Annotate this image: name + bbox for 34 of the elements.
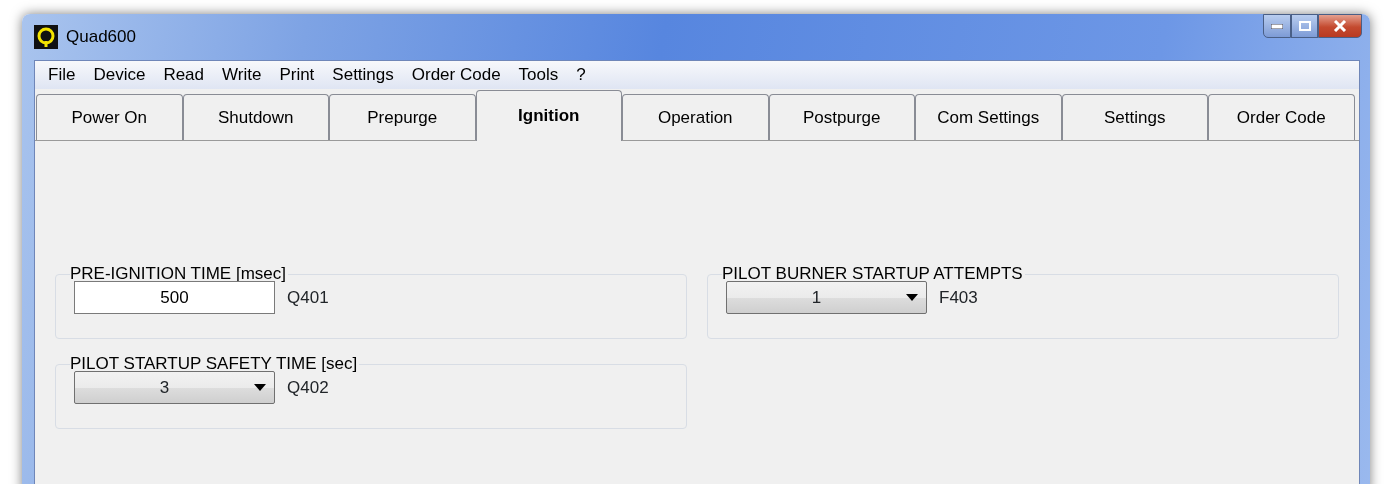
minimize-icon <box>1271 23 1283 29</box>
menu-item[interactable]: Device <box>84 61 155 89</box>
parameter-code: Q401 <box>287 286 329 309</box>
close-button[interactable] <box>1318 14 1362 38</box>
dropdown[interactable]: 3 <box>74 371 275 404</box>
menu-item[interactable]: Tools <box>509 61 568 89</box>
tab[interactable]: Order Code <box>1208 94 1355 140</box>
close-icon <box>1333 20 1347 32</box>
tab[interactable]: Postpurge <box>768 94 915 140</box>
minimize-button[interactable] <box>1263 14 1291 38</box>
tab[interactable]: Shutdown <box>182 94 329 140</box>
menu-item[interactable]: File <box>39 61 85 89</box>
input-field[interactable]: 500 <box>74 281 275 314</box>
dropdown-arrow-icon <box>254 384 266 391</box>
menu-item[interactable]: Order Code <box>402 61 510 89</box>
tab[interactable]: Operation <box>622 94 769 140</box>
tab[interactable]: Com Settings <box>915 94 1062 140</box>
dropdown[interactable]: 1 <box>726 281 927 314</box>
menu-item[interactable]: Print <box>270 61 324 89</box>
parameter-code: Q402 <box>287 376 329 399</box>
menu-item[interactable]: Settings <box>323 61 403 89</box>
tab[interactable]: Settings <box>1061 94 1208 140</box>
menu-item[interactable]: Read <box>154 61 213 89</box>
dropdown-arrow-icon <box>906 294 918 301</box>
maximize-icon <box>1298 21 1311 31</box>
window-title: Quad600 <box>66 26 136 49</box>
app-logo-icon <box>34 25 58 49</box>
menu-item[interactable]: Write <box>213 61 271 89</box>
menu-item[interactable]: ? <box>567 61 595 89</box>
parameter-code: F403 <box>939 286 978 309</box>
tab[interactable]: Prepurge <box>329 94 476 140</box>
tab[interactable]: Power On <box>36 94 183 140</box>
maximize-button[interactable] <box>1291 14 1318 38</box>
tab[interactable]: Ignition <box>475 90 622 141</box>
